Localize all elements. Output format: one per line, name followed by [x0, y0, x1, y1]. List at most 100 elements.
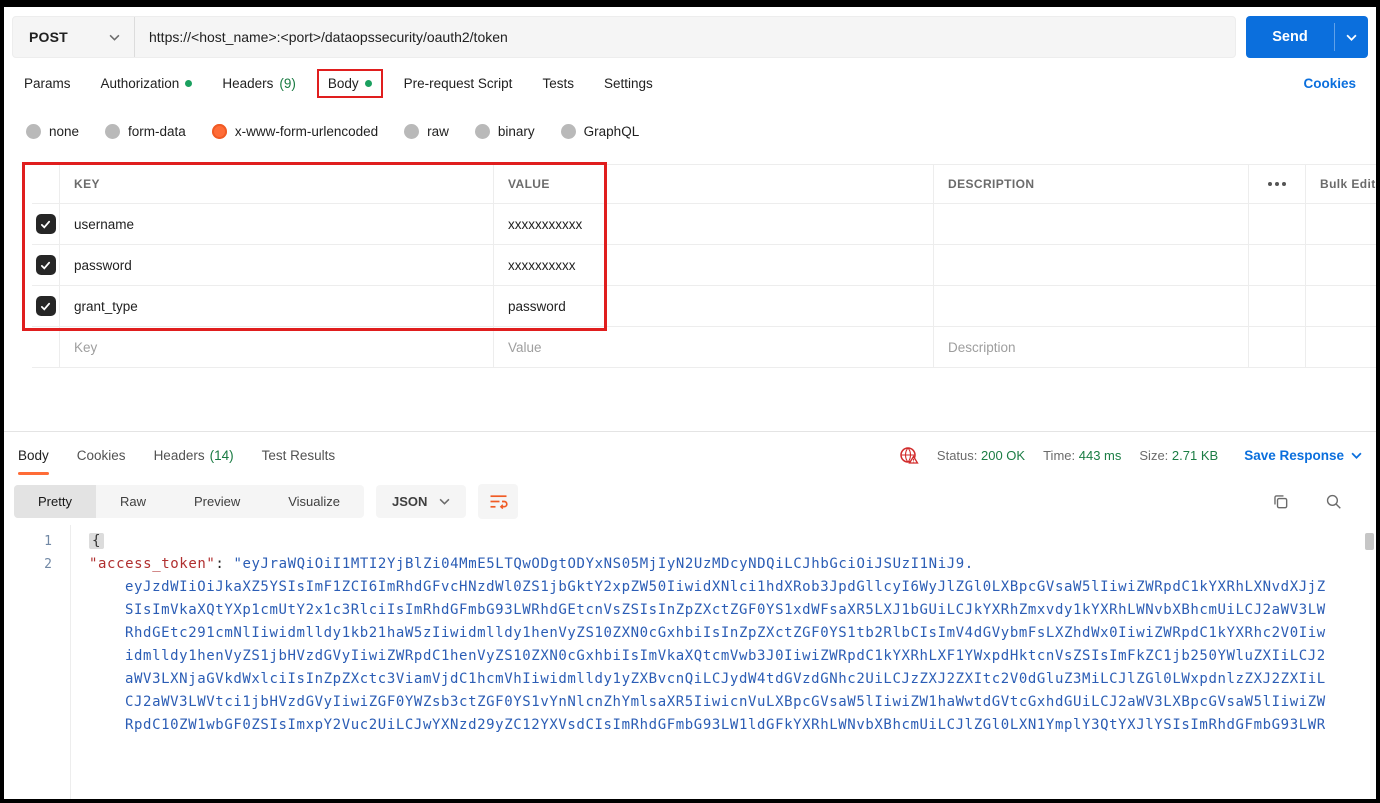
- cookies-link[interactable]: Cookies: [1303, 76, 1356, 91]
- code-line: RpdC10ZW1wbGF0ZSIsImxpY2Vuc2UiLCJwYXNzd2…: [4, 714, 1376, 737]
- key-field[interactable]: username: [60, 204, 494, 244]
- send-button[interactable]: Send: [1246, 16, 1368, 58]
- search-icon[interactable]: [1325, 493, 1342, 510]
- table-header-row: KEY VALUE DESCRIPTION Bulk Edit: [32, 164, 1376, 204]
- key-field[interactable]: password: [60, 245, 494, 285]
- url-group: POST https://<host_name>:<port>/dataopss…: [12, 16, 1236, 58]
- description-field[interactable]: [934, 286, 1249, 326]
- line-number: 1: [44, 533, 52, 549]
- code-line: eyJzdWIiOiJkaXZ5YSIsImF1ZCI6ImRhdGFvcHNz…: [4, 576, 1376, 599]
- bulk-edit-button[interactable]: Bulk Edit: [1306, 165, 1376, 203]
- description-field-placeholder[interactable]: Description: [934, 327, 1249, 367]
- json-value-wrapped: eyJzdWIiOiJkaXZ5YSIsImF1ZCI6ImRhdGFvcHNz…: [125, 578, 1326, 595]
- code-line: aWV3LXNjaGVkdWxlciIsInZpZXctc3ViamVjdC1h…: [4, 668, 1376, 691]
- open-brace: {: [89, 532, 105, 549]
- response-meta: Status: 200 OK Time: 443 ms Size: 2.71 K…: [899, 446, 1362, 465]
- value-field-placeholder[interactable]: Value: [494, 327, 934, 367]
- value-field[interactable]: xxxxxxxxxx: [494, 245, 934, 285]
- response-tab-cookies[interactable]: Cookies: [77, 431, 126, 479]
- code-line: idmlldy1henVyZS1jbHVzdGVyIiwiZWRpdC1henV…: [4, 645, 1376, 668]
- table-row: username xxxxxxxxxxx: [32, 204, 1376, 245]
- view-tab-pretty[interactable]: Pretty: [14, 485, 96, 518]
- code-line: 1 {: [4, 530, 1376, 553]
- tab-authorization[interactable]: Authorization: [101, 76, 193, 91]
- key-field-placeholder[interactable]: Key: [60, 327, 494, 367]
- code-line: RhdGEtc291cmNlIiwidmlldy1kb21haW5zIiwidm…: [4, 622, 1376, 645]
- status-badge: Status: 200 OK: [936, 447, 1026, 463]
- more-options-button[interactable]: [1249, 165, 1306, 203]
- json-key: "access_token": [89, 555, 216, 572]
- network-warning-icon[interactable]: [899, 446, 919, 465]
- headers-count-badge: (9): [279, 75, 296, 91]
- wrap-lines-icon: [489, 494, 508, 509]
- mode-none[interactable]: none: [26, 123, 79, 139]
- mode-binary[interactable]: binary: [474, 123, 535, 139]
- response-view-toolbar: Pretty Raw Preview Visualize JSON: [4, 479, 1376, 525]
- tab-settings[interactable]: Settings: [604, 76, 653, 91]
- value-field[interactable]: password: [494, 286, 934, 326]
- key-field[interactable]: grant_type: [60, 286, 494, 326]
- radio-selected-icon: [211, 123, 227, 139]
- tab-params[interactable]: Params: [24, 76, 71, 91]
- urlencoded-table: KEY VALUE DESCRIPTION Bulk Edit username…: [22, 162, 1376, 368]
- response-tab-headers[interactable]: Headers (14): [154, 431, 234, 479]
- body-mode-selector: none form-data x-www-form-urlencoded raw…: [4, 112, 1376, 150]
- method-selector[interactable]: POST: [13, 17, 135, 57]
- view-tab-preview[interactable]: Preview: [170, 485, 264, 518]
- green-dot-icon: [185, 79, 193, 87]
- copy-icon[interactable]: [1272, 493, 1289, 510]
- mode-raw[interactable]: raw: [404, 123, 449, 139]
- header-checkbox-cell: [32, 165, 60, 203]
- tab-headers[interactable]: Headers (9): [222, 76, 296, 91]
- response-header: Body Cookies Headers (14) Test Results St…: [4, 430, 1376, 479]
- description-field[interactable]: [934, 204, 1249, 244]
- chevron-down-icon: [1351, 452, 1362, 459]
- wrap-lines-button[interactable]: [478, 484, 519, 519]
- radio-icon: [26, 123, 41, 139]
- checkbox-checked-icon[interactable]: [35, 296, 56, 316]
- tab-tests[interactable]: Tests: [542, 76, 574, 91]
- request-response-gap: [4, 368, 1376, 431]
- response-tab-test-results[interactable]: Test Results: [262, 431, 336, 479]
- description-field[interactable]: [934, 245, 1249, 285]
- view-tab-visualize[interactable]: Visualize: [264, 485, 364, 518]
- mode-x-www-form-urlencoded[interactable]: x-www-form-urlencoded: [211, 123, 378, 139]
- save-response-button[interactable]: Save Response: [1244, 448, 1362, 463]
- chevron-down-icon: [109, 34, 120, 41]
- scrollbar-thumb[interactable]: [1365, 532, 1374, 550]
- time-badge: Time: 443 ms: [1043, 447, 1122, 463]
- url-input[interactable]: https://<host_name>:<port>/dataopssecuri…: [135, 17, 1235, 57]
- column-header-value: VALUE: [494, 165, 934, 203]
- tab-prerequest-script[interactable]: Pre-request Script: [404, 76, 513, 91]
- tab-body[interactable]: Body: [328, 76, 372, 91]
- json-value-wrapped: SIsImVkaXQtYXp1cmUtY2x1c3RlciIsImRhdGFmb…: [125, 601, 1326, 618]
- view-mode-group: Pretty Raw Preview Visualize: [14, 485, 365, 518]
- checkbox-checked-icon[interactable]: [35, 214, 56, 234]
- value-field[interactable]: xxxxxxxxxxx: [494, 204, 934, 244]
- column-header-description: DESCRIPTION: [934, 165, 1249, 203]
- chevron-down-icon: [439, 498, 450, 505]
- send-label: Send: [1272, 29, 1308, 45]
- radio-icon: [105, 123, 121, 139]
- chevron-down-icon[interactable]: [1335, 34, 1368, 41]
- method-label: POST: [29, 29, 68, 45]
- empty-table-row: Key Value Description: [32, 327, 1376, 368]
- request-bar: POST https://<host_name>:<port>/dataopss…: [12, 16, 1368, 58]
- column-header-key: KEY: [60, 165, 494, 203]
- radio-icon: [474, 123, 490, 139]
- json-value-wrapped: CJ2aWV3LWVtci1jbHVzdGVyIiwiZGF0YWZsb3ctZ…: [125, 693, 1326, 710]
- annotation-box-body-tab: Body: [316, 68, 383, 98]
- code-line: SIsImVkaXQtYXp1cmUtY2x1c3RlciIsImRhdGFmb…: [4, 599, 1376, 622]
- format-dropdown[interactable]: JSON: [376, 485, 467, 518]
- response-tab-body[interactable]: Body: [18, 431, 49, 479]
- json-value-wrapped: RhdGEtc291cmNlIiwidmlldy1kb21haW5zIiwidm…: [125, 624, 1326, 641]
- json-value-wrapped: aWV3LXNjaGVkdWxlciIsInZpZXctc3ViamVjdC1h…: [125, 670, 1326, 687]
- json-value-wrapped: RpdC10ZW1wbGF0ZSIsImxpY2Vuc2UiLCJwYXNzd2…: [125, 716, 1326, 733]
- checkbox-checked-icon[interactable]: [35, 255, 56, 275]
- code-line: 2 "access_token": "eyJraWQiOiI1MTI2YjBlZ…: [4, 553, 1376, 576]
- response-headers-count-badge: (14): [209, 447, 234, 463]
- view-tab-raw[interactable]: Raw: [96, 485, 170, 518]
- mode-graphql[interactable]: GraphQL: [560, 123, 639, 139]
- mode-form-data[interactable]: form-data: [105, 123, 186, 139]
- response-body-viewer: 1 { 2 "access_token": "eyJraWQiOiI1MTI2Y…: [4, 524, 1376, 800]
